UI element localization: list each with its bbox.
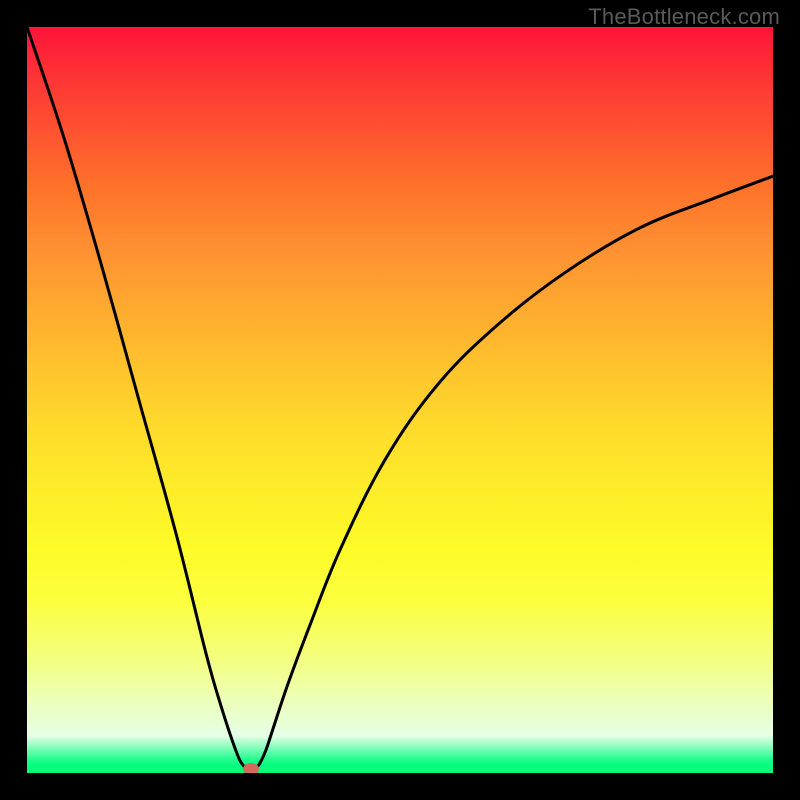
plot-area [27,27,773,773]
bottleneck-curve [27,27,773,773]
watermark-text: TheBottleneck.com [588,4,780,30]
bottleneck-marker [243,763,259,773]
